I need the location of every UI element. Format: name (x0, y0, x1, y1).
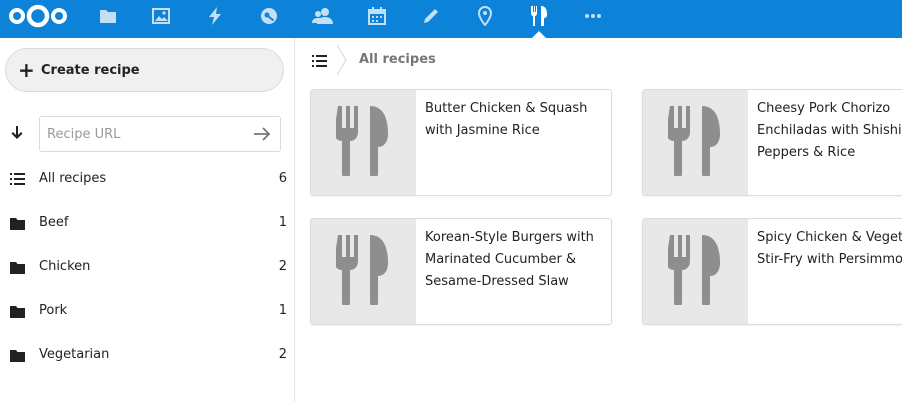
recipe-thumbnail (643, 90, 748, 195)
sidebar-item-count: 2 (278, 258, 287, 274)
app-navigation: + Create recipe All recipes 6 Beef 1 Chi… (0, 38, 295, 402)
recipe-title: Cheesy Pork Chorizo Enchiladas with Shis… (757, 101, 902, 160)
recipe-title: Korean-Style Burgers with Marinated Cucu… (425, 230, 594, 289)
fork-knife-icon (333, 105, 392, 180)
recipe-title: Spicy Chicken & Vegetable Stir-Fry with … (757, 230, 902, 267)
sidebar-item-label: Chicken (39, 258, 91, 274)
create-recipe-button[interactable]: + Create recipe (5, 48, 284, 92)
recipe-card[interactable]: Cheesy Pork Chorizo Enchiladas with Shis… (642, 89, 902, 196)
folder-icon (10, 259, 25, 274)
sidebar-item-count: 2 (278, 346, 287, 362)
plus-icon: + (18, 58, 35, 82)
recipe-card[interactable]: Korean-Style Burgers with Marinated Cucu… (310, 218, 612, 325)
sidebar-item-count: 1 (278, 302, 287, 318)
sidebar-item-label: Pork (39, 302, 68, 318)
recipe-thumbnail (311, 90, 416, 195)
sidebar-item-chicken[interactable]: Chicken 2 (0, 244, 295, 288)
fork-knife-icon (665, 105, 724, 180)
folder-icon (10, 347, 25, 362)
sidebar-item-label: Beef (39, 214, 69, 230)
top-bar (0, 0, 902, 38)
download-icon (10, 126, 24, 142)
activity-icon[interactable] (202, 3, 228, 29)
active-app-indicator (532, 31, 546, 38)
sidebar-item-all-recipes[interactable]: All recipes 6 (0, 156, 295, 200)
sidebar-item-count: 1 (278, 214, 287, 230)
more-apps-icon[interactable] (580, 3, 606, 29)
sidebar-item-pork[interactable]: Pork 1 (0, 288, 295, 332)
passwords-icon[interactable] (256, 3, 282, 29)
recipe-thumbnail (311, 219, 416, 324)
recipe-card[interactable]: Butter Chicken & Squash with Jasmine Ric… (310, 89, 612, 196)
photos-icon[interactable] (148, 3, 174, 29)
sidebar-item-count: 6 (278, 170, 287, 186)
contacts-icon[interactable] (310, 3, 336, 29)
arrow-right-icon[interactable] (253, 126, 271, 142)
fork-knife-icon (333, 234, 392, 309)
folder-icon (10, 215, 25, 230)
recipe-thumbnail (643, 219, 748, 324)
create-recipe-label: Create recipe (41, 62, 140, 78)
files-icon[interactable] (95, 3, 121, 29)
cookbook-icon[interactable] (526, 3, 552, 29)
recipe-url-input[interactable] (39, 116, 281, 152)
sidebar-item-label: All recipes (39, 170, 107, 186)
list-icon (10, 171, 25, 185)
maps-icon[interactable] (472, 3, 498, 29)
list-view-icon[interactable] (312, 53, 327, 67)
calendar-icon[interactable] (364, 3, 390, 29)
recipe-card[interactable]: Spicy Chicken & Vegetable Stir-Fry with … (642, 218, 902, 325)
sidebar-item-beef[interactable]: Beef 1 (0, 200, 295, 244)
breadcrumb-separator-icon (336, 44, 348, 80)
sidebar-item-vegetarian[interactable]: Vegetarian 2 (0, 332, 295, 376)
breadcrumb: All recipes (296, 38, 902, 82)
fork-knife-icon (665, 234, 724, 309)
sidebar-item-label: Vegetarian (39, 346, 110, 362)
recipe-title: Butter Chicken & Squash with Jasmine Ric… (425, 101, 588, 138)
notes-icon[interactable] (418, 3, 444, 29)
nextcloud-logo[interactable] (8, 3, 68, 29)
folder-icon (10, 303, 25, 318)
recipe-url-row (0, 116, 295, 152)
breadcrumb-current[interactable]: All recipes (359, 52, 436, 67)
